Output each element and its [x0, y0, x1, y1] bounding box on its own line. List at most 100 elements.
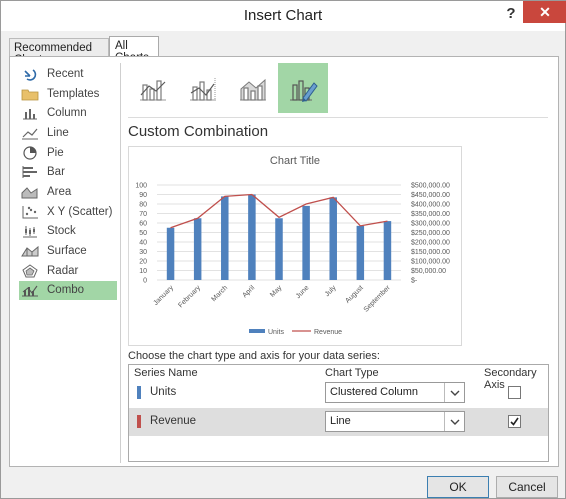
- bar-units: [302, 205, 310, 280]
- sidebar-item-label: Column: [47, 107, 87, 120]
- x-tick-label: August: [344, 284, 364, 304]
- help-button[interactable]: ?: [501, 5, 521, 25]
- y2-tick-label: $300,000.00: [411, 221, 450, 228]
- subtype-clustered-column-line[interactable]: [128, 63, 178, 113]
- series-color-swatch: [137, 415, 141, 428]
- recent-icon: [21, 67, 39, 81]
- sidebar-item-surface[interactable]: Surface: [19, 241, 117, 261]
- bar-units: [166, 227, 175, 280]
- surface-chart-icon: [21, 244, 39, 258]
- chart-type-list: Recent Templates Column Line Pie Bar Area X Y (…: [19, 64, 117, 301]
- sidebar-item-recent[interactable]: Recent: [19, 64, 117, 84]
- sidebar-item-bar[interactable]: Bar: [19, 162, 117, 182]
- y-tick-label: 60: [139, 221, 147, 228]
- chevron-down-icon[interactable]: [444, 383, 464, 402]
- sidebar-item-label: Recent: [47, 67, 84, 80]
- stock-chart-icon: [21, 224, 39, 238]
- y2-tick-label: $400,000.00: [411, 202, 450, 209]
- section-title: Custom Combination: [128, 123, 269, 140]
- subtype-column-line-secondary[interactable]: [178, 63, 228, 113]
- x-tick-label: January: [152, 284, 175, 307]
- stacked-area-column-icon: [240, 78, 266, 101]
- y-tick-label: 90: [139, 192, 147, 199]
- y-tick-label: 20: [139, 259, 147, 266]
- sidebar-item-line[interactable]: Line: [19, 123, 117, 143]
- chart-title: Chart Title: [270, 155, 320, 167]
- bar-units: [248, 194, 256, 280]
- bar-units: [193, 218, 202, 280]
- series-row-revenue: Revenue Line: [129, 408, 548, 436]
- subtype-custom-combination[interactable]: [278, 63, 328, 113]
- pie-chart-icon: [21, 145, 39, 160]
- chart-type-dropdown[interactable]: Clustered Column: [325, 382, 465, 403]
- y2-tick-label: $250,000.00: [411, 230, 450, 237]
- scatter-chart-icon: [21, 205, 39, 219]
- series-color-swatch: [137, 386, 141, 399]
- sidebar-item-column[interactable]: Column: [19, 103, 117, 123]
- bar-units: [221, 196, 229, 280]
- legend-label-units: Units: [268, 329, 284, 336]
- x-tick-label: February: [177, 284, 202, 309]
- secondary-axis-checkbox[interactable]: [508, 415, 521, 428]
- series-row-units: Units Clustered Column: [129, 379, 548, 407]
- y2-tick-label: $500,000.00: [411, 183, 450, 190]
- sidebar-item-x-y-scatter[interactable]: X Y (Scatter): [19, 202, 117, 222]
- chart-type-dropdown[interactable]: Line: [325, 411, 465, 432]
- y-tick-label: 100: [135, 183, 147, 190]
- combo-chart: Chart Title 0 10 20 30 40 50 60 70 80 90 100 $- $50,0…: [135, 155, 450, 336]
- tab-content: Recent Templates Column Line Pie Bar Area X Y (…: [9, 56, 559, 467]
- clustered-column-line-icon: [140, 80, 166, 101]
- x-tick-label: July: [324, 284, 338, 298]
- close-button[interactable]: ✕: [523, 1, 566, 23]
- chart-type-value: Line: [330, 415, 351, 427]
- bar-units: [383, 221, 392, 280]
- legend-label-revenue: Revenue: [314, 329, 342, 336]
- header-chart-type: Chart Type: [325, 367, 379, 379]
- subtype-stacked-area-column[interactable]: [228, 63, 278, 113]
- sidebar-item-radar[interactable]: Radar: [19, 261, 117, 281]
- x-tick-label: June: [295, 284, 311, 300]
- bar-chart-icon: [21, 165, 39, 179]
- cancel-button[interactable]: Cancel: [496, 476, 558, 498]
- y-tick-label: 30: [139, 249, 147, 256]
- x-tick-label: May: [269, 284, 284, 299]
- sidebar-item-label: Pie: [47, 146, 64, 159]
- checkmark-icon: [510, 417, 519, 426]
- y2-tick-label: $50,000.00: [411, 268, 446, 275]
- sidebar-item-label: X Y (Scatter): [47, 205, 113, 218]
- bar-units: [329, 197, 337, 280]
- sidebar-item-stock[interactable]: Stock: [19, 222, 117, 242]
- column-line-secondary-icon: [190, 78, 216, 101]
- sidebar-item-combo[interactable]: Combo: [19, 280, 117, 301]
- sidebar-item-label: Templates: [47, 87, 100, 100]
- title-bar: Insert Chart ? ✕: [1, 1, 566, 31]
- insert-chart-dialog: Insert Chart ? ✕ Recommended Charts All …: [0, 0, 566, 499]
- area-chart-icon: [21, 185, 39, 199]
- tab-all-charts[interactable]: All Charts: [109, 36, 159, 64]
- sidebar-item-label: Stock: [47, 225, 76, 238]
- sidebar-item-templates[interactable]: Templates: [19, 84, 117, 104]
- y-tick-label: 80: [139, 202, 147, 209]
- series-table: Series Name Chart Type Secondary Axis Un…: [128, 364, 549, 462]
- chart-preview: Chart Title 0 10 20 30 40 50 60 70 80 90 100 $- $50,0…: [128, 146, 462, 346]
- y2-tick-label: $350,000.00: [411, 211, 450, 218]
- y2-tick-label: $-: [411, 278, 418, 285]
- tab-recommended-charts[interactable]: Recommended Charts: [9, 38, 109, 66]
- chevron-down-icon[interactable]: [444, 412, 464, 431]
- section-divider: [128, 117, 548, 118]
- sidebar-item-area[interactable]: Area: [19, 182, 117, 202]
- sidebar-item-label: Combo: [47, 284, 85, 297]
- y2-tick-label: $200,000.00: [411, 240, 450, 247]
- y2-tick-label: $100,000.00: [411, 259, 450, 266]
- sidebar-item-label: Line: [47, 126, 69, 139]
- ok-button[interactable]: OK: [427, 476, 489, 498]
- y-tick-label: 50: [139, 230, 147, 237]
- line-chart-icon: [21, 126, 39, 140]
- sidebar-item-pie[interactable]: Pie: [19, 143, 117, 163]
- column-chart-icon: [21, 106, 39, 120]
- sidebar-item-label: Area: [47, 185, 72, 198]
- combo-chart-icon: [21, 283, 39, 297]
- y2-tick-label: $450,000.00: [411, 192, 450, 199]
- sidebar-item-label: Bar: [47, 166, 65, 179]
- secondary-axis-checkbox[interactable]: [508, 386, 521, 399]
